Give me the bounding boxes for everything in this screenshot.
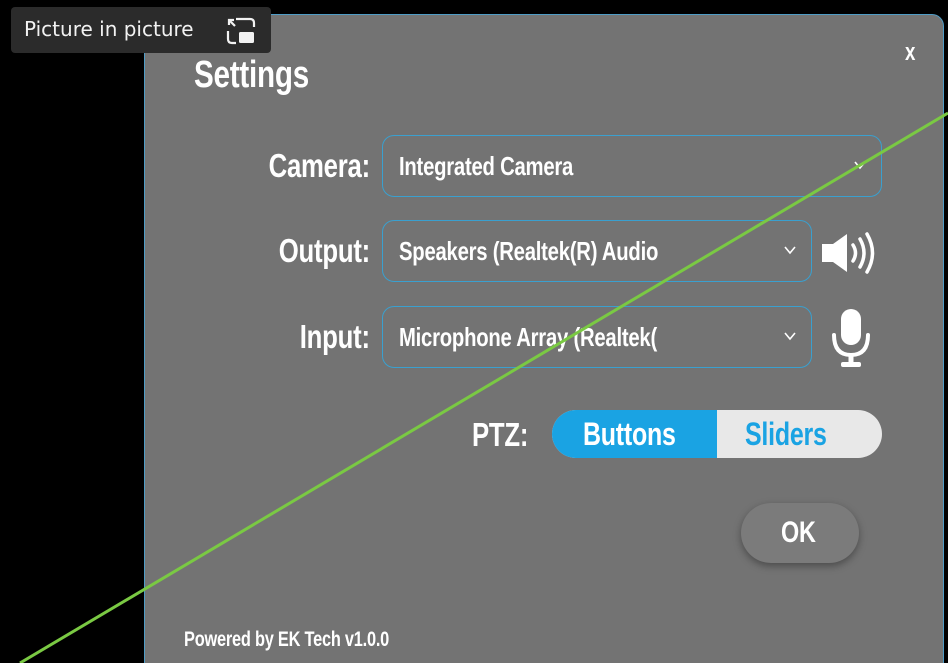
camera-select-value: Integrated Camera	[399, 151, 574, 181]
ptz-label: PTZ:	[472, 416, 529, 453]
settings-dialog: Settings x Camera: Integrated Camera Out…	[144, 14, 944, 663]
input-select[interactable]: Microphone Array (Realtek(	[382, 306, 812, 368]
ptz-option-label: Sliders	[745, 416, 827, 452]
ptz-toggle: Buttons Sliders	[552, 410, 882, 458]
dialog-title: Settings	[194, 54, 310, 96]
output-select[interactable]: Speakers (Realtek(R) Audio	[382, 220, 812, 282]
picture-in-picture-label: Picture in picture	[24, 17, 194, 41]
microphone-icon[interactable]	[829, 307, 873, 369]
screen: Settings x Camera: Integrated Camera Out…	[0, 0, 948, 663]
picture-in-picture-icon	[226, 17, 256, 45]
input-select-value: Microphone Array (Realtek(	[399, 322, 657, 352]
chevron-down-icon	[854, 161, 866, 170]
close-button[interactable]: x	[905, 39, 915, 67]
chevron-down-icon	[784, 246, 796, 255]
ok-button[interactable]: OK	[741, 503, 859, 563]
camera-select[interactable]: Integrated Camera	[382, 135, 882, 197]
output-select-value: Speakers (Realtek(R) Audio	[399, 236, 659, 266]
ptz-option-sliders[interactable]: Sliders	[717, 410, 882, 458]
picture-in-picture-tooltip[interactable]: Picture in picture	[11, 7, 271, 53]
chevron-down-icon	[784, 332, 796, 341]
version-footer: Powered by EK Tech v1.0.0	[184, 628, 390, 651]
ok-button-label: OK	[781, 516, 816, 549]
ptz-option-label: Buttons	[583, 416, 676, 452]
input-label: Input:	[299, 318, 370, 355]
speaker-icon[interactable]	[820, 229, 884, 277]
output-label: Output:	[278, 232, 371, 269]
ptz-option-buttons[interactable]: Buttons	[552, 410, 717, 458]
camera-label: Camera:	[268, 147, 371, 184]
